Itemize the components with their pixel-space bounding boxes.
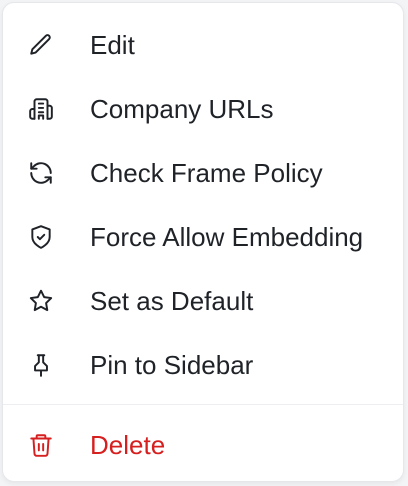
shield-check-icon [25, 221, 57, 253]
context-menu: Edit Company URLs Check Frame Policy For… [2, 2, 404, 482]
menu-item-label: Pin to Sidebar [90, 350, 254, 380]
pencil-icon [25, 29, 57, 61]
menu-item-label: Company URLs [90, 94, 274, 124]
menu-divider [3, 404, 403, 405]
menu-item-label: Edit [90, 30, 135, 60]
menu-item-delete[interactable]: Delete [3, 413, 403, 477]
menu-item-label: Set as Default [90, 286, 254, 316]
menu-item-label: Delete [90, 430, 166, 460]
building-icon [25, 93, 57, 125]
menu-item-label: Check Frame Policy [90, 158, 323, 188]
star-icon [25, 285, 57, 317]
menu-item-force-allow-embedding[interactable]: Force Allow Embedding [3, 205, 403, 269]
menu-item-edit[interactable]: Edit [3, 13, 403, 77]
menu-item-company-urls[interactable]: Company URLs [3, 77, 403, 141]
refresh-icon [25, 157, 57, 189]
trash-icon [25, 429, 57, 461]
menu-item-pin-to-sidebar[interactable]: Pin to Sidebar [3, 333, 403, 397]
menu-item-label: Force Allow Embedding [90, 222, 364, 252]
menu-item-set-as-default[interactable]: Set as Default [3, 269, 403, 333]
pin-icon [25, 349, 57, 381]
menu-item-check-frame-policy[interactable]: Check Frame Policy [3, 141, 403, 205]
